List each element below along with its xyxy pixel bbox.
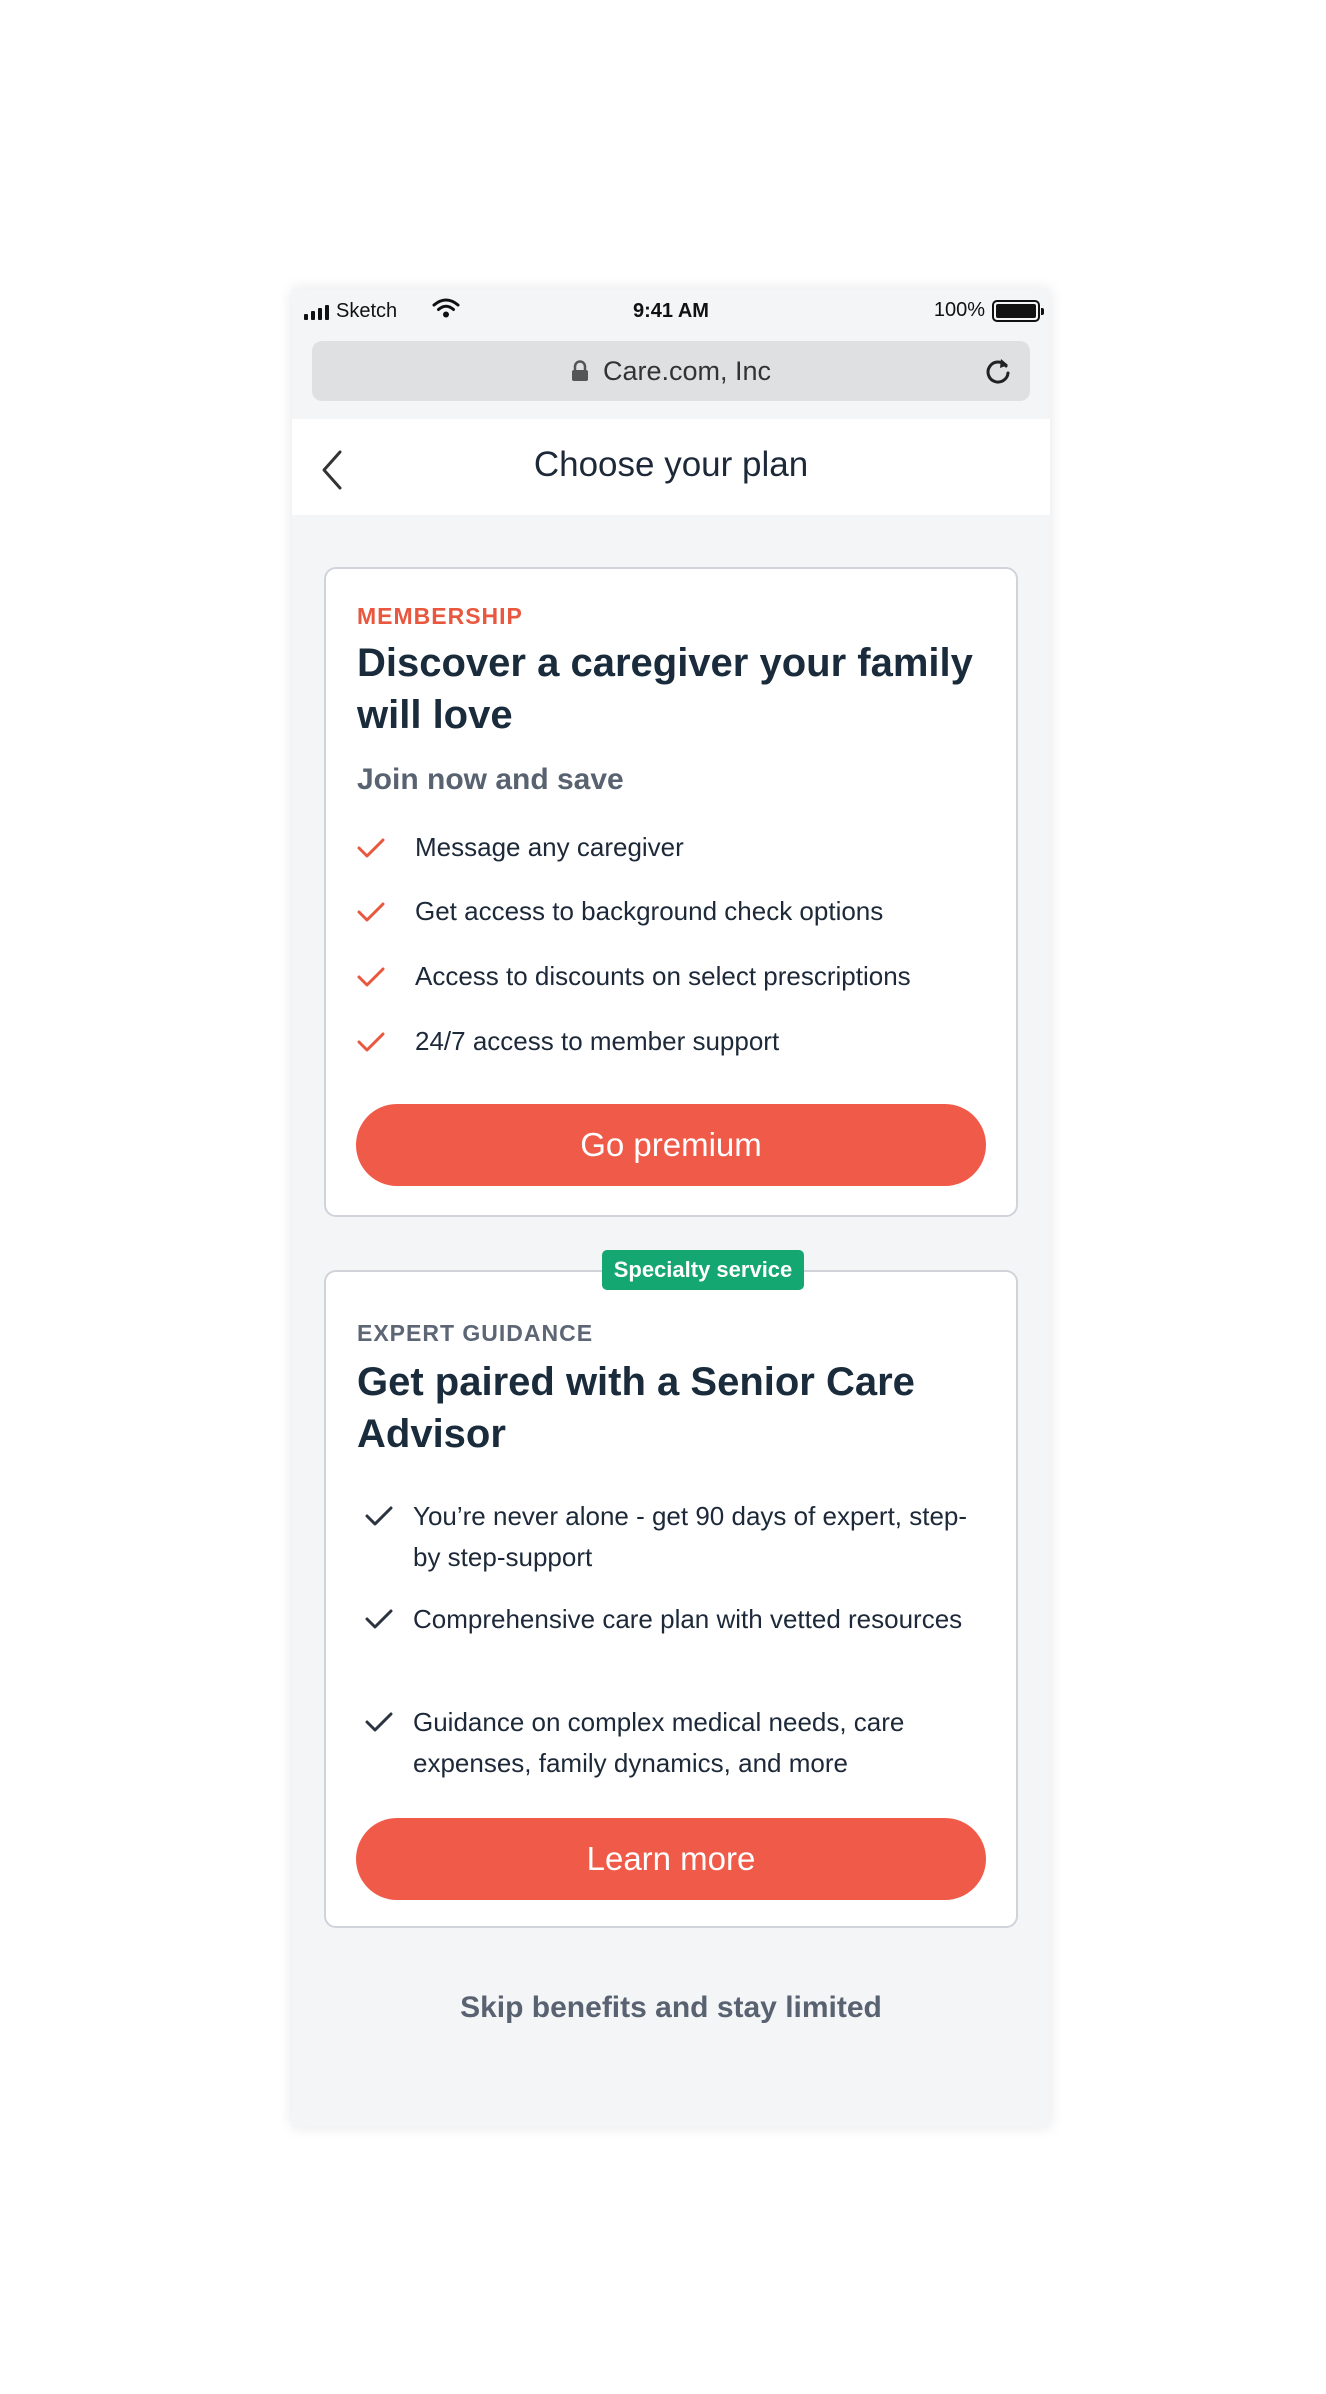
nav-header: Choose your plan bbox=[292, 419, 1050, 515]
check-icon bbox=[357, 838, 385, 858]
guidance-feature-label: You’re never alone - get 90 days of expe… bbox=[413, 1501, 968, 1572]
check-icon bbox=[357, 902, 385, 922]
membership-feature-label: Access to discounts on select prescripti… bbox=[415, 961, 911, 991]
membership-feature: Access to discounts on select prescripti… bbox=[357, 956, 997, 997]
membership-feature-label: Message any caregiver bbox=[415, 832, 684, 862]
url-text: Care.com, Inc bbox=[602, 355, 772, 386]
membership-headline: Discover a caregiver your family will lo… bbox=[357, 641, 973, 737]
check-icon bbox=[365, 1712, 393, 1732]
go-premium-button[interactable]: Go premium bbox=[356, 1104, 986, 1186]
battery-icon bbox=[992, 299, 1044, 322]
check-icon bbox=[365, 1506, 393, 1526]
reload-icon[interactable] bbox=[982, 355, 1014, 387]
check-icon bbox=[357, 1032, 385, 1052]
membership-feature: 24/7 access to member support bbox=[357, 1021, 997, 1062]
guidance-feature-label: Comprehensive care plan with vetted reso… bbox=[413, 1604, 963, 1634]
membership-feature-label: Get access to background check options bbox=[415, 896, 884, 926]
url-bar[interactable]: Care.com, Inc bbox=[312, 341, 1030, 401]
check-icon bbox=[365, 1609, 393, 1629]
specialty-badge: Specialty service bbox=[602, 1250, 804, 1290]
guidance-headline: Get paired with a Senior Care Advisor bbox=[357, 1360, 915, 1456]
membership-feature: Message any caregiver bbox=[357, 827, 997, 868]
guidance-feature: Guidance on complex medical needs, care … bbox=[357, 1702, 997, 1784]
lock-icon bbox=[571, 360, 588, 381]
guidance-eyebrow: EXPERT GUIDANCE bbox=[357, 1320, 594, 1346]
skip-benefits-link[interactable]: Skip benefits and stay limited bbox=[292, 1991, 1050, 2025]
guidance-card: Specialty service EXPERT GUIDANCE Get pa… bbox=[324, 1250, 1018, 1928]
membership-feature: Get access to background check options bbox=[357, 891, 997, 932]
check-icon bbox=[357, 967, 385, 987]
learn-more-button[interactable]: Learn more bbox=[356, 1818, 986, 1900]
phone-screen: Sketch 9:41 AM 100% Care.com, Inc Choose… bbox=[292, 289, 1050, 2127]
browser-bar: Care.com, Inc bbox=[292, 333, 1050, 409]
membership-subhead: Join now and save bbox=[357, 763, 624, 796]
guidance-feature: You’re never alone - get 90 days of expe… bbox=[357, 1496, 997, 1578]
status-bar: Sketch 9:41 AM 100% bbox=[292, 289, 1050, 333]
guidance-feature-label: Guidance on complex medical needs, care … bbox=[413, 1707, 905, 1778]
membership-card: MEMBERSHIP Discover a caregiver your fam… bbox=[324, 567, 1018, 1217]
battery-percent: 100% bbox=[933, 299, 985, 321]
membership-eyebrow: MEMBERSHIP bbox=[357, 603, 523, 629]
page-title: Choose your plan bbox=[533, 445, 809, 484]
status-right: 100% bbox=[933, 299, 1044, 322]
membership-feature-label: 24/7 access to member support bbox=[415, 1026, 780, 1056]
guidance-feature: Comprehensive care plan with vetted reso… bbox=[357, 1599, 997, 1640]
